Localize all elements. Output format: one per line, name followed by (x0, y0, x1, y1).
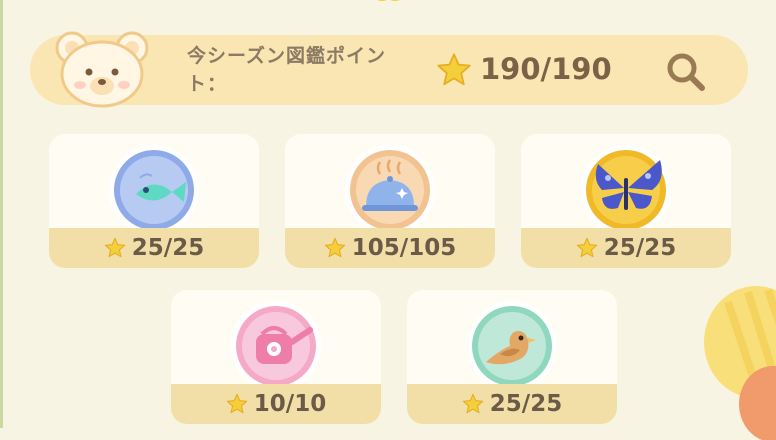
watering-can-icon (231, 301, 321, 391)
category-footer: 25/25 (521, 228, 731, 268)
star-icon (462, 393, 483, 414)
star-icon (226, 393, 247, 414)
season-points-value: 190/190 (480, 52, 612, 86)
star-icon (104, 237, 125, 258)
category-card-insect[interactable]: 25/25 (521, 134, 731, 268)
season-points-label: 今シーズン図鑑ポイント： (187, 45, 387, 95)
star-icon (437, 53, 471, 86)
category-footer: 25/25 (49, 228, 259, 268)
category-count: 25/25 (489, 391, 563, 417)
category-card-fish[interactable]: 25/25 (49, 134, 259, 268)
star-icon (324, 237, 345, 258)
cloche-icon (345, 145, 435, 235)
category-card-bird[interactable]: 25/25 (407, 290, 617, 424)
top-decoration (377, 0, 400, 1)
left-edge-border (0, 0, 3, 428)
bird-icon (467, 301, 557, 391)
category-footer: 10/10 (171, 384, 381, 424)
category-footer: 25/25 (407, 384, 617, 424)
category-card-gardening[interactable]: 10/10 (171, 290, 381, 424)
bear-face-icon (55, 31, 149, 108)
category-card-food[interactable]: 105/105 (285, 134, 495, 268)
category-count: 25/25 (131, 235, 205, 261)
fish-icon (109, 145, 199, 235)
category-footer: 105/105 (285, 228, 495, 268)
category-count: 10/10 (253, 391, 327, 417)
category-count: 25/25 (603, 235, 677, 261)
butterfly-icon (581, 145, 671, 235)
balloon-decoration (739, 366, 776, 440)
star-icon (576, 237, 597, 258)
magnifier-icon[interactable] (660, 48, 712, 96)
category-count: 105/105 (351, 235, 457, 261)
